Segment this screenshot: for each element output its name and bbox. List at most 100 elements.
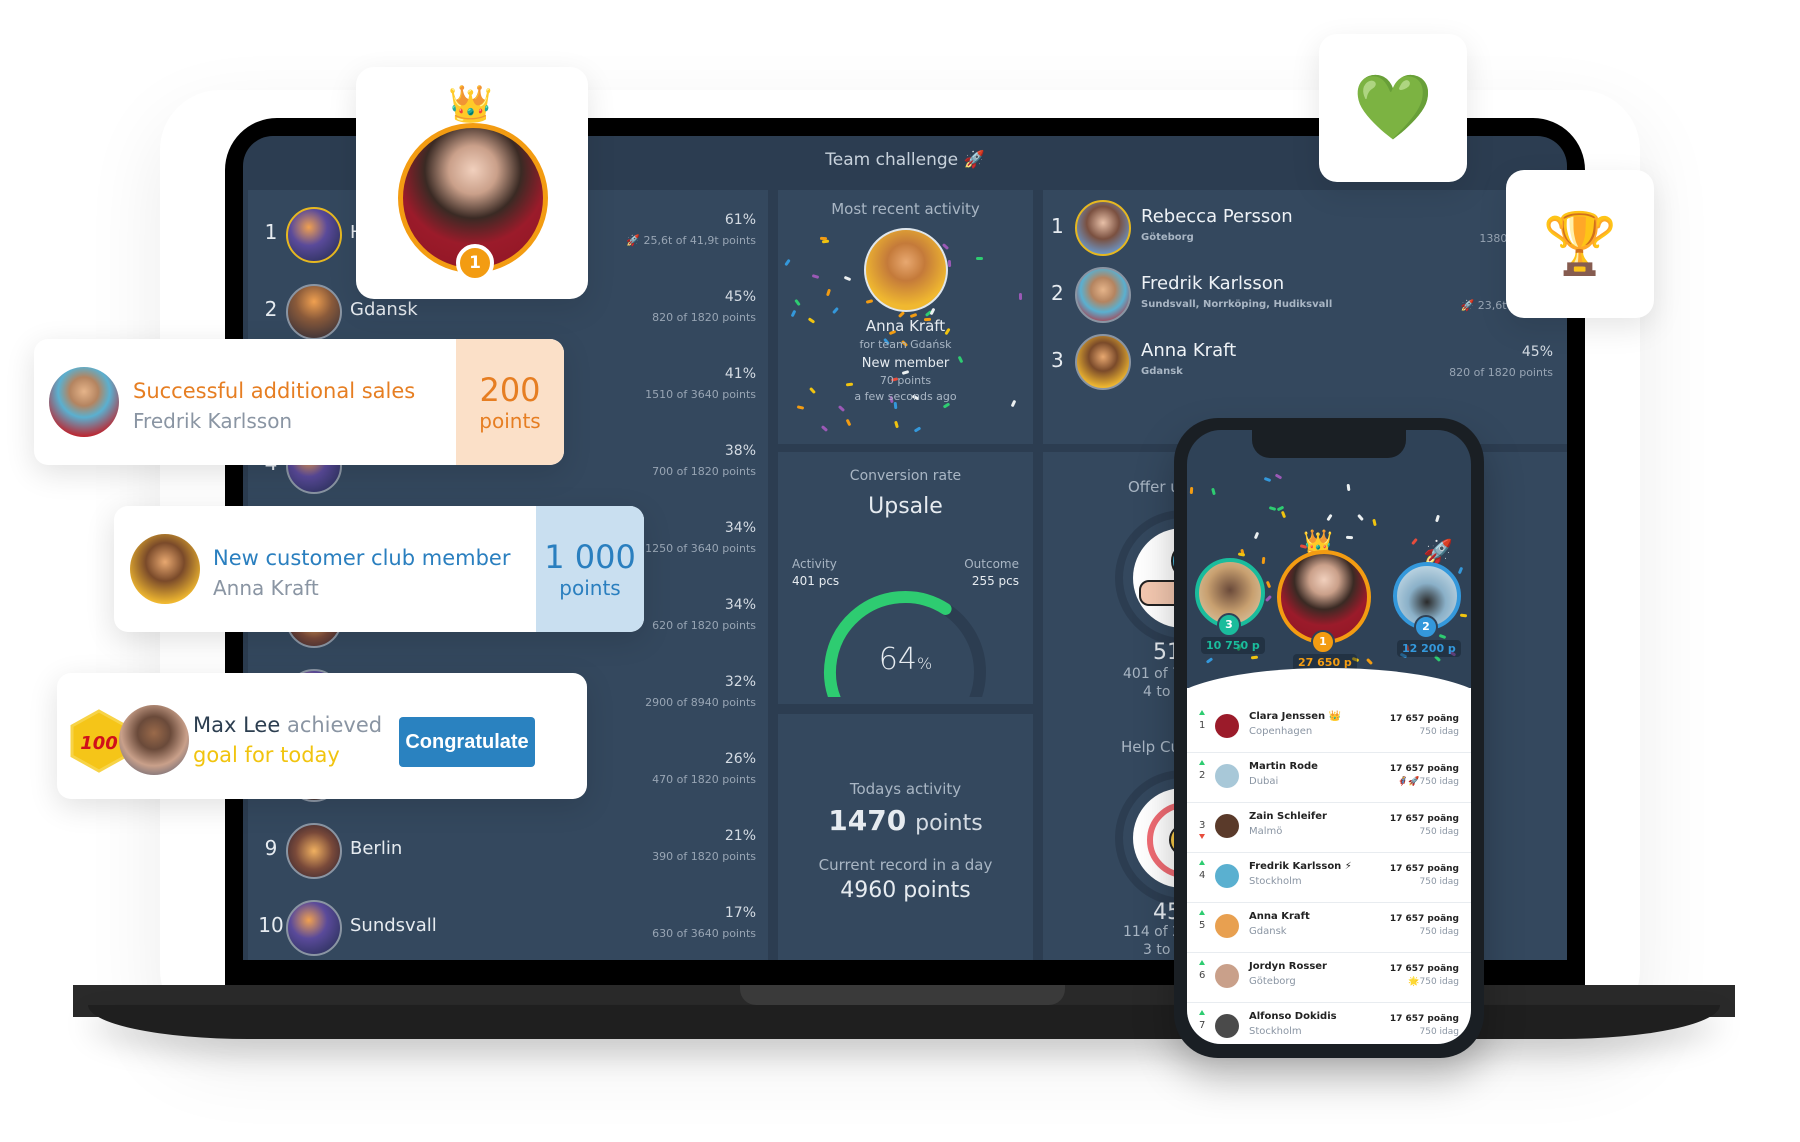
- team-avatar: [286, 823, 342, 879]
- phone-today: 🌟750 idag: [1408, 977, 1459, 987]
- confetti-piece: [975, 257, 983, 261]
- confetti-piece: [1460, 613, 1468, 618]
- confetti-piece: [811, 273, 820, 279]
- conversion-percent: 64%: [878, 642, 933, 677]
- phone-name: Zain Schleifer: [1249, 811, 1327, 822]
- recent-activity-panel: Most recent activity Anna Kraft for team…: [778, 190, 1033, 444]
- phone-avatar: [1215, 914, 1239, 938]
- goal-1-detail: 401 of 7: [1123, 666, 1182, 682]
- recent-activity-points: 70 points: [879, 374, 932, 387]
- club-card-title: New customer club member: [213, 546, 511, 570]
- confetti-piece: [1268, 505, 1277, 511]
- phone-location: Stockholm: [1249, 876, 1302, 887]
- confetti-piece: [1457, 567, 1463, 575]
- outcome-label: Outcome: [964, 557, 1019, 571]
- goal-1-sub: 4 to: [1143, 684, 1171, 700]
- phone-notch: [1252, 430, 1406, 458]
- confetti-piece: [831, 306, 839, 314]
- person-rank: 3: [1051, 348, 1064, 372]
- rocket-icon: 🚀: [963, 150, 985, 170]
- phone-list-row[interactable]: 7 Alfonso Dokidis Stockholm 17 657 poäng 75…: [1187, 1002, 1471, 1044]
- confetti-piece: [1347, 483, 1351, 492]
- phone-avatar: [1215, 814, 1239, 838]
- phone-avatar: [1215, 764, 1239, 788]
- goal-2-sub: 3 to: [1143, 942, 1171, 958]
- todays-activity-heading: Todays activity: [849, 780, 962, 798]
- recent-activity-type: New member: [861, 356, 950, 371]
- confetti-piece: [893, 421, 899, 429]
- badge-icon: 👑: [1328, 711, 1342, 722]
- podium-score-3: 10 750 p: [1201, 637, 1265, 654]
- phone-screen: 3 10 750 p 👑 1 27 650 p 🚀 2 12 200 p 1 Cl…: [1187, 430, 1471, 1044]
- confetti-piece: [1274, 473, 1283, 480]
- phone-list-row[interactable]: 6 Jordyn Rosser Göteborg 17 657 poäng 🌟750 …: [1187, 952, 1471, 1003]
- person-row[interactable]: 1Rebecca PerssonGöteborg1380 of 1820: [1043, 194, 1567, 260]
- goal-notification-card: 100 Max Lee achieved goal for today Cong…: [57, 673, 587, 799]
- confetti-piece: [1357, 513, 1364, 521]
- congratulate-button[interactable]: Congratulate: [399, 717, 535, 767]
- confetti-piece: [1253, 531, 1259, 540]
- rocket-icon: 🚀: [1460, 299, 1478, 312]
- crown-icon: 👑: [448, 84, 493, 125]
- confetti-piece: [942, 243, 950, 251]
- confetti-piece: [825, 288, 831, 297]
- phone-list-row[interactable]: 1 Clara Jenssen 👑 Copenhagen 17 657 poäng 75…: [1187, 702, 1471, 753]
- record-label: Current record in a day: [818, 856, 993, 874]
- confetti-piece: [784, 258, 791, 267]
- team-percent: 34%: [724, 520, 756, 536]
- recent-activity-avatar: [864, 228, 948, 312]
- sales-card-name: Fredrik Karlsson: [133, 409, 293, 433]
- phone-rank: 2: [1199, 770, 1206, 781]
- phone-avatar: [1215, 1014, 1239, 1038]
- todays-activity-panel: Todays activity 1470 points Current reco…: [778, 714, 1033, 960]
- confetti-piece: [820, 425, 828, 433]
- team-percent: 17%: [724, 905, 756, 921]
- team-rank: 10: [258, 913, 284, 937]
- person-location: Sundsvall, Norrköping, Hudiksvall: [1141, 299, 1333, 310]
- badge-icon: ⚡: [1344, 861, 1352, 872]
- phone-list-row[interactable]: 5 Anna Kraft Gdansk 17 657 poäng 750 idag: [1187, 902, 1471, 953]
- phone-score: 17 657 poäng: [1389, 864, 1459, 874]
- confetti-piece: [1205, 657, 1213, 664]
- phone-location: Gdansk: [1249, 926, 1287, 937]
- person-row[interactable]: 2 Fredrik Karlsson Sundsvall, Norrköping, …: [1043, 261, 1567, 327]
- phone-list-row[interactable]: 4 Fredrik Karlsson ⚡ Stockholm 17 657 poäng…: [1187, 852, 1471, 903]
- team-rank: 2: [264, 297, 278, 321]
- confetti-piece: [1435, 515, 1441, 523]
- green-heart-icon: 💚: [1353, 71, 1433, 145]
- phone-location: Malmö: [1249, 826, 1283, 837]
- person-row[interactable]: 3 Anna Kraft Gdansk 45% 820 of 1820 points: [1043, 328, 1567, 394]
- goal-2-title: Help Cu: [1121, 738, 1180, 756]
- trophy-card: 🏆: [1506, 170, 1654, 318]
- heart-card: 💚: [1319, 34, 1467, 182]
- team-rank: 1: [264, 220, 278, 244]
- phone-name: Fredrik Karlsson ⚡: [1249, 861, 1352, 872]
- club-card-points: 1 000 points: [536, 506, 644, 632]
- phone-name: Anna Kraft: [1249, 911, 1310, 922]
- phone-avatar: [1215, 714, 1239, 738]
- phone-rank: 7: [1199, 1020, 1206, 1031]
- todays-activity-value: 1470 points: [828, 804, 983, 837]
- phone-list-row[interactable]: 2 Martin Rode Dubai 17 657 poäng 🦸🚀750 idag: [1187, 752, 1471, 803]
- confetti-piece: [942, 402, 951, 409]
- confetti-piece: [1211, 487, 1216, 496]
- club-card-name: Anna Kraft: [213, 576, 319, 600]
- phone-today: 750 idag: [1419, 1027, 1459, 1037]
- phone-list-row[interactable]: 3 Zain Schleifer Malmö 17 657 poäng 750 ida…: [1187, 802, 1471, 853]
- max-lee-avatar: [119, 705, 189, 775]
- team-percent: 21%: [724, 828, 756, 844]
- team-percent: 45%: [724, 289, 756, 305]
- team-points: 820 of 1820 points: [652, 311, 756, 324]
- trend-up-icon: [1199, 960, 1205, 965]
- trend-up-icon: [1199, 910, 1205, 915]
- confetti-piece: [1250, 655, 1258, 660]
- confetti-piece: [913, 426, 922, 433]
- person-avatar: [1075, 334, 1131, 390]
- team-row[interactable]: 10 Sundsvall 17% 630 of 3640 points: [248, 889, 768, 960]
- phone-name: Clara Jenssen 👑: [1249, 711, 1342, 722]
- hundred-points-icon: 100: [80, 733, 118, 754]
- goal-card-text: Max Lee achieved: [193, 713, 383, 737]
- team-row[interactable]: 9 Berlin 21% 390 of 1820 points: [248, 812, 768, 889]
- trend-down-icon: [1199, 834, 1205, 839]
- phone-today: 750 idag: [1419, 827, 1459, 837]
